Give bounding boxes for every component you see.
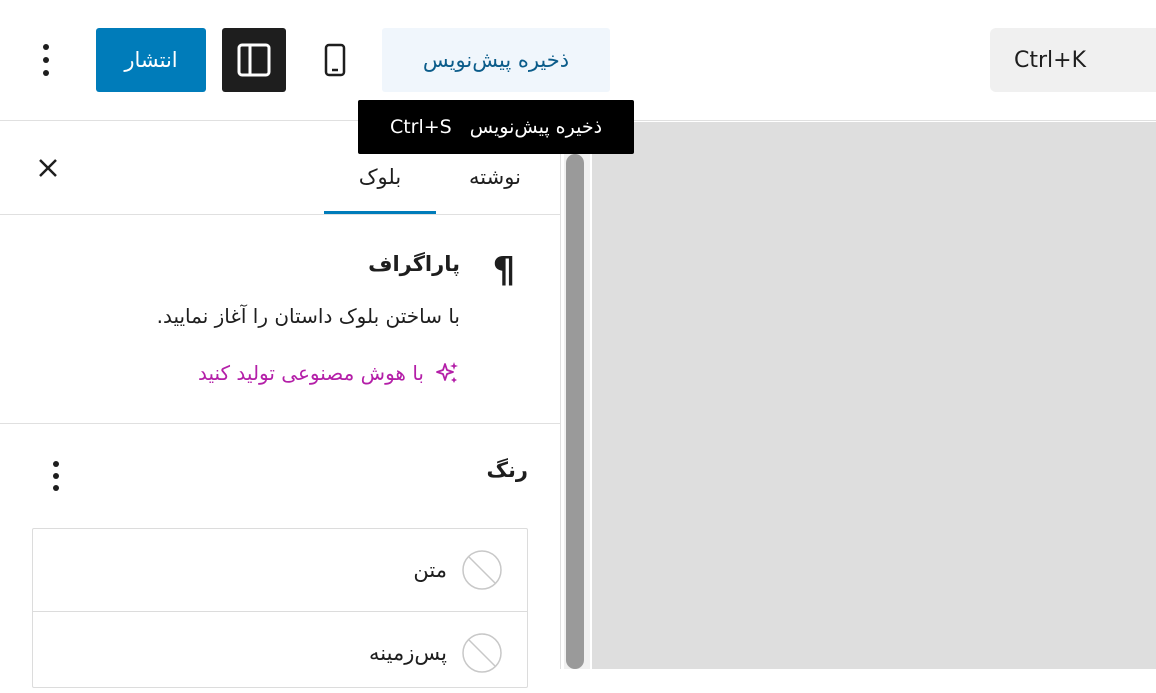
ai-generate-link[interactable]: با هوش مصنوعی تولید کنید: [100, 354, 460, 392]
kebab-vertical-icon: [43, 44, 49, 76]
close-icon: [39, 159, 57, 177]
color-section-title: رنگ: [486, 458, 528, 482]
editor-canvas[interactable]: [592, 122, 1156, 669]
publish-button[interactable]: انتشار: [96, 28, 206, 92]
save-draft-tooltip: Ctrl+S ذخیره پیش‌نویس: [358, 100, 634, 154]
color-item-text[interactable]: متن: [33, 529, 527, 611]
sidebar-border: [560, 122, 561, 669]
more-options-button[interactable]: [26, 38, 66, 82]
tooltip-label: ذخیره پیش‌نویس: [469, 116, 603, 138]
color-options-button[interactable]: [36, 456, 76, 496]
save-draft-button[interactable]: ذخیره پیش‌نویس: [382, 28, 610, 92]
no-color-icon: [462, 632, 502, 673]
block-title: پاراگراف: [368, 252, 460, 276]
settings-sidebar-toggle-button[interactable]: [222, 28, 286, 92]
mobile-icon: [324, 43, 346, 77]
command-shortcut-label: Ctrl+K: [1014, 47, 1087, 73]
color-options-panel: متن پس‌زمینه: [32, 528, 528, 688]
tooltip-shortcut: Ctrl+S: [389, 116, 452, 138]
tabs-divider: [0, 214, 560, 215]
close-sidebar-button[interactable]: [28, 148, 68, 188]
command-palette-button[interactable]: Ctrl+K: [990, 28, 1156, 92]
pilcrow-icon: ¶: [492, 249, 516, 291]
preview-device-button[interactable]: [306, 28, 364, 92]
color-item-label: متن: [413, 558, 447, 582]
section-divider: [0, 423, 560, 424]
sparkle-icon: [436, 362, 458, 383]
sidebar-scrollbar-thumb[interactable]: [566, 154, 584, 669]
color-item-label: پس‌زمینه: [369, 640, 447, 665]
ai-generate-label: با هوش مصنوعی تولید کنید: [197, 361, 424, 385]
no-color-icon: [462, 550, 502, 590]
color-item-background[interactable]: پس‌زمینه: [33, 611, 527, 693]
kebab-vertical-icon: [53, 461, 59, 491]
block-description: با ساختن بلوک داستان را آغاز نمایید.: [156, 304, 460, 328]
sidebar-icon: [237, 43, 271, 77]
